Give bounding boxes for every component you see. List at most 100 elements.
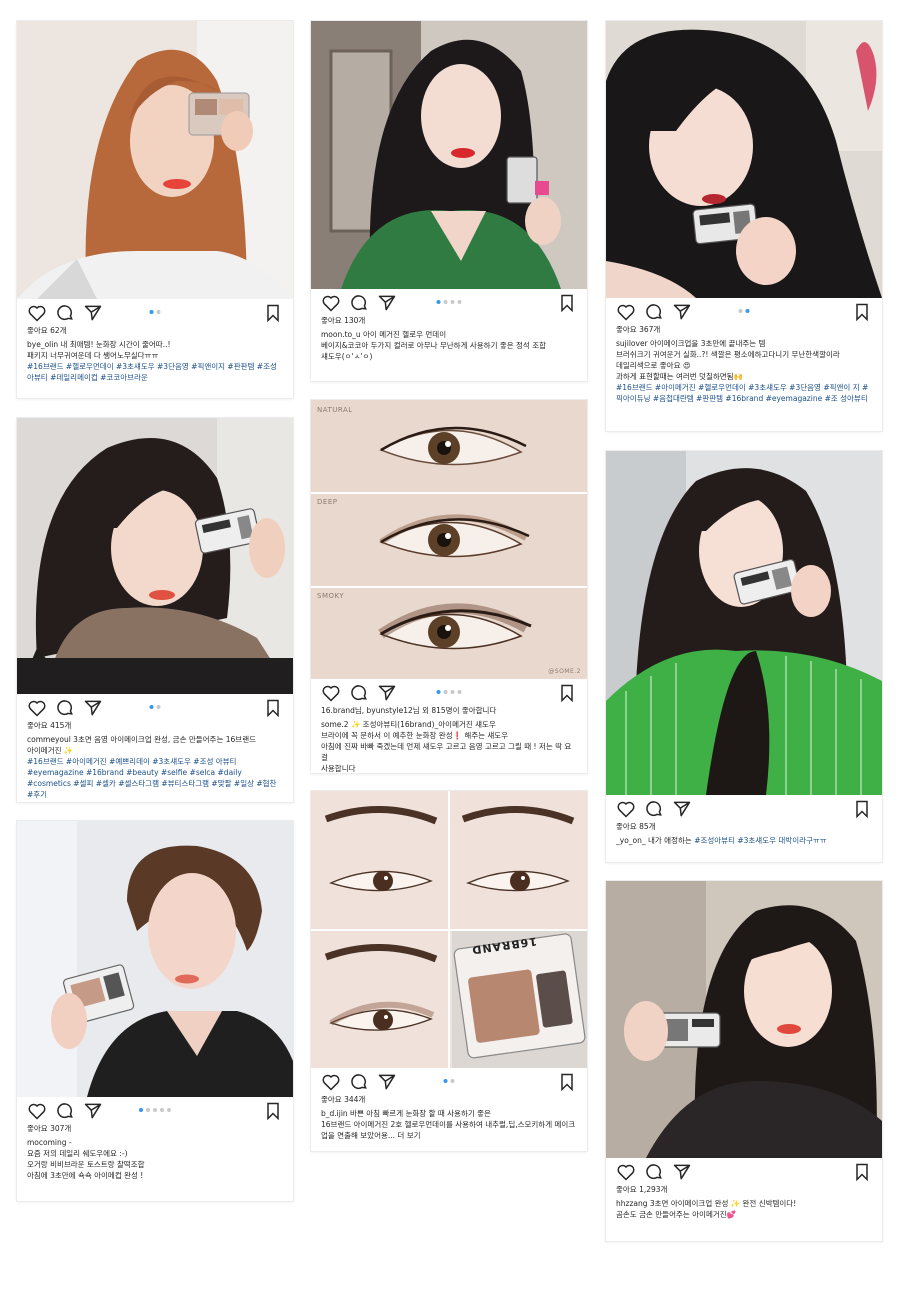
carousel-dots bbox=[149, 705, 161, 709]
post-card: 좋아요 85개 _yo_on_ 내가 애정하는 #조성아뷰티 #3초섀도우 대박… bbox=[606, 451, 882, 862]
post-card: 좋아요 307개 mocoming - 요즘 저의 데일리 쉐도우에요 :-) … bbox=[17, 821, 293, 1201]
post-photo[interactable]: 16BRAND bbox=[311, 791, 587, 1068]
post-caption: sujilover 아이메이크업을 3초만에 끝내주는 템 브러쉬크기 귀여운거… bbox=[616, 339, 840, 381]
paper-plane-icon[interactable] bbox=[377, 1072, 397, 1092]
comment-icon[interactable] bbox=[55, 698, 75, 718]
post-photo[interactable] bbox=[17, 418, 293, 694]
post-card: NATURAL DEEP SMOKY @SOME.2 16.brand님, by… bbox=[311, 400, 587, 773]
post-caption: _yo_on_ 내가 애정하는 bbox=[616, 836, 692, 845]
heart-icon[interactable] bbox=[616, 799, 636, 819]
bookmark-icon[interactable] bbox=[852, 1162, 872, 1182]
post-actions bbox=[311, 679, 587, 705]
post-text: 좋아요 415개 commeyoul 3초면 음영 아이메이크업 완성, 금손 … bbox=[17, 720, 293, 806]
post-actions bbox=[606, 298, 882, 324]
post-actions bbox=[17, 299, 293, 325]
post-actions bbox=[17, 1097, 293, 1123]
comment-icon[interactable] bbox=[349, 1072, 369, 1092]
carousel-dots bbox=[139, 1108, 171, 1112]
post-text: 좋아요 1,293개 hhzzang 3초면 아이메이크업 완성 ✨ 완전 신박… bbox=[606, 1184, 882, 1226]
paper-plane-icon[interactable] bbox=[83, 303, 103, 323]
bookmark-icon[interactable] bbox=[263, 1101, 283, 1121]
comment-icon[interactable] bbox=[644, 302, 664, 322]
paper-plane-icon[interactable] bbox=[83, 698, 103, 718]
paper-plane-icon[interactable] bbox=[672, 302, 692, 322]
carousel-dots bbox=[436, 690, 462, 694]
heart-icon[interactable] bbox=[616, 1162, 636, 1182]
heart-icon[interactable] bbox=[321, 683, 341, 703]
post-text: 16.brand님, byunstyle12님 외 815명이 좋아합니다 so… bbox=[311, 705, 587, 780]
like-count: 좋아요 307개 bbox=[27, 1124, 72, 1133]
post-caption: moon.to_u 아이 메거진 헬로우 먼데이 베이지&코코아 두가지 컬러로… bbox=[321, 330, 547, 361]
heart-icon[interactable] bbox=[321, 1072, 341, 1092]
post-card: 좋아요 130개 moon.to_u 아이 메거진 헬로우 먼데이 베이지&코코… bbox=[311, 21, 587, 381]
comment-icon[interactable] bbox=[349, 683, 369, 703]
paper-plane-icon[interactable] bbox=[377, 293, 397, 313]
post-card: 좋아요 1,293개 hhzzang 3초면 아이메이크업 완성 ✨ 완전 신박… bbox=[606, 881, 882, 1241]
bookmark-icon[interactable] bbox=[852, 799, 872, 819]
post-caption: hhzzang 3초면 아이메이크업 완성 ✨ 완전 신박템이다! 곰손도 금손… bbox=[616, 1199, 797, 1219]
post-hashtags[interactable]: #16브랜드 #아이메거진 #헬로우먼데이 #3초섀도우 #3단음영 #픽앤이 … bbox=[616, 382, 872, 404]
post-text: 좋아요 344개 b_d.ijin 바쁜 아침 빠르게 눈화장 할 때 사용하기… bbox=[311, 1094, 587, 1147]
bookmark-icon[interactable] bbox=[263, 303, 283, 323]
post-photo[interactable] bbox=[17, 21, 293, 299]
paper-plane-icon[interactable] bbox=[83, 1101, 103, 1121]
eye-look-label: DEEP bbox=[317, 498, 338, 506]
post-caption: commeyoul 3초면 음영 아이메이크업 완성, 금손 만들어주는 16브… bbox=[27, 735, 256, 755]
bookmark-icon[interactable] bbox=[852, 302, 872, 322]
carousel-dots bbox=[738, 309, 750, 313]
paper-plane-icon[interactable] bbox=[377, 683, 397, 703]
heart-icon[interactable] bbox=[27, 698, 47, 718]
post-actions bbox=[311, 289, 587, 315]
like-count: 좋아요 367개 bbox=[616, 325, 661, 334]
post-text: 좋아요 307개 mocoming - 요즘 저의 데일리 쉐도우에요 :-) … bbox=[17, 1123, 293, 1187]
heart-icon[interactable] bbox=[321, 293, 341, 313]
post-text: 좋아요 85개 _yo_on_ 내가 애정하는 #조성아뷰티 #3초섀도우 대박… bbox=[606, 821, 882, 852]
eye-look-label: NATURAL bbox=[317, 406, 353, 414]
comment-icon[interactable] bbox=[644, 1162, 664, 1182]
comment-icon[interactable] bbox=[55, 1101, 75, 1121]
post-text: 좋아요 367개 sujilover 아이메이크업을 3초만에 끝내주는 템 브… bbox=[606, 324, 882, 410]
post-photo[interactable] bbox=[606, 21, 882, 298]
post-card: 16BRAND 좋아요 344개 b_d.ijin 바쁜 아침 빠르게 눈화장 … bbox=[311, 791, 587, 1151]
post-text: 좋아요 62개 bye_olin 내 최애템! 눈화장 시간이 줄어따..! 패… bbox=[17, 325, 293, 389]
heart-icon[interactable] bbox=[616, 302, 636, 322]
comment-icon[interactable] bbox=[349, 293, 369, 313]
bookmark-icon[interactable] bbox=[557, 1072, 577, 1092]
post-hashtags[interactable]: #16브랜드 #아이메거진 #예쁘리데이 #3초섀도우 #조성 아뷰티 #eye… bbox=[27, 756, 283, 800]
post-card: 좋아요 62개 bye_olin 내 최애템! 눈화장 시간이 줄어따..! 패… bbox=[17, 21, 293, 398]
watermark: @SOME.2 bbox=[548, 668, 581, 675]
post-caption: mocoming - 요즘 저의 데일리 쉐도우에요 :-) 오거랑 비비브라운… bbox=[27, 1138, 145, 1180]
post-card: 좋아요 415개 commeyoul 3초면 음영 아이메이크업 완성, 금손 … bbox=[17, 418, 293, 802]
like-count: 좋아요 85개 bbox=[616, 822, 656, 831]
paper-plane-icon[interactable] bbox=[672, 799, 692, 819]
post-photo[interactable] bbox=[17, 821, 293, 1097]
like-count: 좋아요 344개 bbox=[321, 1095, 366, 1104]
carousel-dots bbox=[436, 300, 462, 304]
post-hashtags[interactable]: #16브랜드 #헬로우먼데이 #3초섀도우 #3단음영 #픽앤이지 #판판템 #… bbox=[27, 361, 283, 383]
post-hashtags[interactable]: #조성아뷰티 #3초섀도우 대박이라구ㅠㅠ bbox=[694, 836, 827, 845]
post-caption: some.2 ✨ 조성아뷰티(16brand)_아이메거진 섀도우 브라이에 꼭… bbox=[321, 720, 572, 773]
bookmark-icon[interactable] bbox=[557, 293, 577, 313]
like-count: 좋아요 415개 bbox=[27, 721, 72, 730]
post-photo[interactable] bbox=[606, 451, 882, 795]
comment-icon[interactable] bbox=[644, 799, 664, 819]
eye-look-label: SMOKY bbox=[317, 592, 345, 600]
comment-icon[interactable] bbox=[55, 303, 75, 323]
post-photo[interactable]: NATURAL DEEP SMOKY @SOME.2 bbox=[311, 400, 587, 679]
like-count: 16.brand님, byunstyle12님 외 815명이 좋아합니다 bbox=[321, 706, 497, 715]
paper-plane-icon[interactable] bbox=[672, 1162, 692, 1182]
post-card: 좋아요 367개 sujilover 아이메이크업을 3초만에 끝내주는 템 브… bbox=[606, 21, 882, 431]
post-actions bbox=[17, 694, 293, 720]
like-count: 좋아요 62개 bbox=[27, 326, 67, 335]
heart-icon[interactable] bbox=[27, 303, 47, 323]
carousel-dots bbox=[149, 310, 161, 314]
post-photo[interactable] bbox=[606, 881, 882, 1158]
post-actions bbox=[606, 795, 882, 821]
post-photo[interactable] bbox=[311, 21, 587, 289]
post-actions bbox=[311, 1068, 587, 1094]
heart-icon[interactable] bbox=[27, 1101, 47, 1121]
bookmark-icon[interactable] bbox=[263, 698, 283, 718]
bookmark-icon[interactable] bbox=[557, 683, 577, 703]
post-text: 좋아요 130개 moon.to_u 아이 메거진 헬로우 먼데이 베이지&코코… bbox=[311, 315, 587, 368]
carousel-dots bbox=[443, 1079, 455, 1083]
